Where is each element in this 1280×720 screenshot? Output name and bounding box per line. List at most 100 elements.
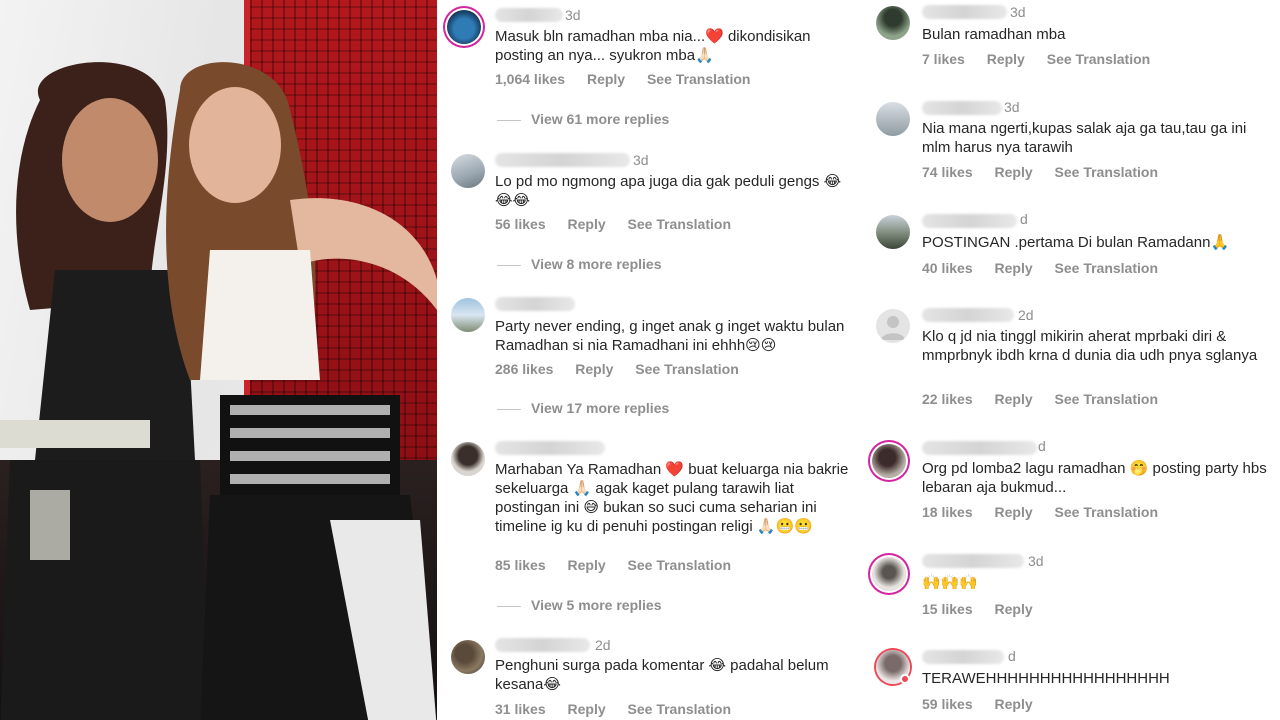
see-translation-button[interactable]: See Translation bbox=[1055, 164, 1158, 180]
comment-meta: 56 likes Reply See Translation bbox=[495, 216, 749, 232]
view-replies-label: View 5 more replies bbox=[531, 597, 662, 613]
comment-text: Bulan ramadhan mba bbox=[922, 26, 1066, 43]
reply-button[interactable]: Reply bbox=[587, 71, 625, 87]
view-replies-button[interactable]: View 8 more replies bbox=[497, 256, 661, 272]
comment-time: 3d bbox=[565, 7, 581, 23]
likes-count: 59 likes bbox=[922, 696, 973, 712]
comments-column-right: 3d Bulan ramadhan mba 7 likes Reply See … bbox=[864, 0, 1280, 720]
comment-time: 2d bbox=[1018, 307, 1034, 323]
username-blurred[interactable] bbox=[922, 308, 1014, 322]
likes-count: 286 likes bbox=[495, 361, 554, 377]
likes-count: 74 likes bbox=[922, 164, 973, 180]
username-blurred[interactable] bbox=[495, 8, 563, 22]
view-replies-button[interactable]: View 17 more replies bbox=[497, 400, 669, 416]
avatar[interactable] bbox=[447, 10, 481, 44]
see-translation-button[interactable]: See Translation bbox=[628, 557, 731, 573]
reply-button[interactable]: Reply bbox=[995, 260, 1033, 276]
divider-line bbox=[497, 605, 521, 607]
reply-button[interactable]: Reply bbox=[995, 391, 1033, 407]
username-blurred[interactable] bbox=[922, 5, 1007, 19]
comment-text: Nia mana ngerti,kupas salak aja ga tau,t… bbox=[922, 120, 1247, 156]
post-photo[interactable] bbox=[0, 0, 437, 720]
comment-time: 3d bbox=[1004, 99, 1020, 115]
reply-button[interactable]: Reply bbox=[995, 504, 1033, 520]
comment-text: TERAWEHHHHHHHHHHHHHHHHH bbox=[922, 670, 1170, 687]
avatar[interactable] bbox=[876, 6, 910, 40]
username-blurred[interactable] bbox=[922, 101, 1002, 115]
username-blurred[interactable] bbox=[495, 297, 575, 311]
username-blurred[interactable] bbox=[922, 441, 1037, 455]
see-translation-button[interactable]: See Translation bbox=[628, 701, 731, 717]
likes-count: 7 likes bbox=[922, 51, 965, 67]
comment-time: 3d bbox=[1010, 4, 1026, 20]
avatar[interactable] bbox=[876, 102, 910, 136]
divider-line bbox=[497, 264, 521, 266]
see-translation-button[interactable]: See Translation bbox=[628, 216, 731, 232]
person-right bbox=[140, 50, 437, 720]
reply-button[interactable]: Reply bbox=[568, 557, 606, 573]
likes-count: 56 likes bbox=[495, 216, 546, 232]
reply-button[interactable]: Reply bbox=[995, 601, 1033, 617]
likes-count: 31 likes bbox=[495, 701, 546, 717]
reply-button[interactable]: Reply bbox=[995, 164, 1033, 180]
comment-meta: 31 likes Reply See Translation bbox=[495, 701, 749, 717]
comment-time: 3d bbox=[633, 152, 649, 168]
comments-column-left: 3d Masuk bln ramadhan mba nia...❤️ dikon… bbox=[437, 0, 864, 720]
avatar[interactable] bbox=[876, 215, 910, 249]
avatar[interactable] bbox=[451, 442, 485, 476]
username-blurred[interactable] bbox=[495, 153, 630, 167]
see-translation-button[interactable]: See Translation bbox=[1047, 51, 1150, 67]
comment-time: 3d bbox=[1028, 553, 1044, 569]
comment-meta: 59 likes Reply bbox=[922, 696, 1051, 712]
view-replies-button[interactable]: View 61 more replies bbox=[497, 111, 669, 127]
reply-button[interactable]: Reply bbox=[995, 696, 1033, 712]
username-blurred[interactable] bbox=[922, 650, 1004, 664]
avatar[interactable] bbox=[451, 640, 485, 674]
comment-time: d bbox=[1020, 211, 1028, 227]
comment-meta: 85 likes Reply See Translation bbox=[495, 557, 749, 573]
username-blurred[interactable] bbox=[495, 638, 590, 652]
view-replies-button[interactable]: View 5 more replies bbox=[497, 597, 661, 613]
comment-meta: 22 likes Reply See Translation bbox=[922, 391, 1176, 407]
view-replies-label: View 17 more replies bbox=[531, 400, 670, 416]
comment-text: Penghuni surga pada komentar 😂 padahal b… bbox=[495, 657, 829, 693]
comment-text: Marhaban Ya Ramadhan ❤️ buat keluarga ni… bbox=[495, 461, 849, 535]
comment-meta: 74 likes Reply See Translation bbox=[922, 164, 1176, 180]
notification-dot bbox=[900, 674, 910, 684]
see-translation-button[interactable]: See Translation bbox=[1055, 504, 1158, 520]
comment-text: Lo pd mo ngmong apa juga dia gak peduli … bbox=[495, 173, 842, 209]
divider-line bbox=[497, 408, 521, 410]
comment-text: Party never ending, g inget anak g inget… bbox=[495, 318, 845, 354]
comment-meta: 40 likes Reply See Translation bbox=[922, 260, 1176, 276]
avatar[interactable] bbox=[451, 298, 485, 332]
username-blurred[interactable] bbox=[922, 214, 1017, 228]
avatar[interactable] bbox=[451, 154, 485, 188]
reply-button[interactable]: Reply bbox=[568, 216, 606, 232]
comment-text: Org pd lomba2 lagu ramadhan 🤭 posting pa… bbox=[922, 460, 1267, 496]
view-replies-label: View 8 more replies bbox=[531, 256, 662, 272]
username-blurred[interactable] bbox=[495, 441, 605, 455]
comment-meta: 18 likes Reply See Translation bbox=[922, 504, 1176, 520]
see-translation-button[interactable]: See Translation bbox=[635, 361, 738, 377]
comment-meta: 7 likes Reply See Translation bbox=[922, 51, 1168, 67]
see-translation-button[interactable]: See Translation bbox=[1055, 391, 1158, 407]
reply-button[interactable]: Reply bbox=[987, 51, 1025, 67]
view-replies-label: View 61 more replies bbox=[531, 111, 670, 127]
comment-time: d bbox=[1008, 648, 1016, 664]
comment-text: Masuk bln ramadhan mba nia...❤️ dikondis… bbox=[495, 28, 811, 64]
comment-time: 2d bbox=[595, 637, 611, 653]
comment-meta: 15 likes Reply bbox=[922, 601, 1051, 617]
avatar[interactable] bbox=[872, 557, 906, 591]
default-avatar-icon bbox=[881, 316, 905, 340]
avatar[interactable] bbox=[876, 309, 910, 343]
reply-button[interactable]: Reply bbox=[568, 701, 606, 717]
divider-line bbox=[497, 119, 521, 121]
username-blurred[interactable] bbox=[922, 554, 1024, 568]
reply-button[interactable]: Reply bbox=[575, 361, 613, 377]
see-translation-button[interactable]: See Translation bbox=[647, 71, 750, 87]
avatar[interactable] bbox=[872, 444, 906, 478]
see-translation-button[interactable]: See Translation bbox=[1055, 260, 1158, 276]
likes-count: 85 likes bbox=[495, 557, 546, 573]
likes-count: 15 likes bbox=[922, 601, 973, 617]
likes-count: 40 likes bbox=[922, 260, 973, 276]
